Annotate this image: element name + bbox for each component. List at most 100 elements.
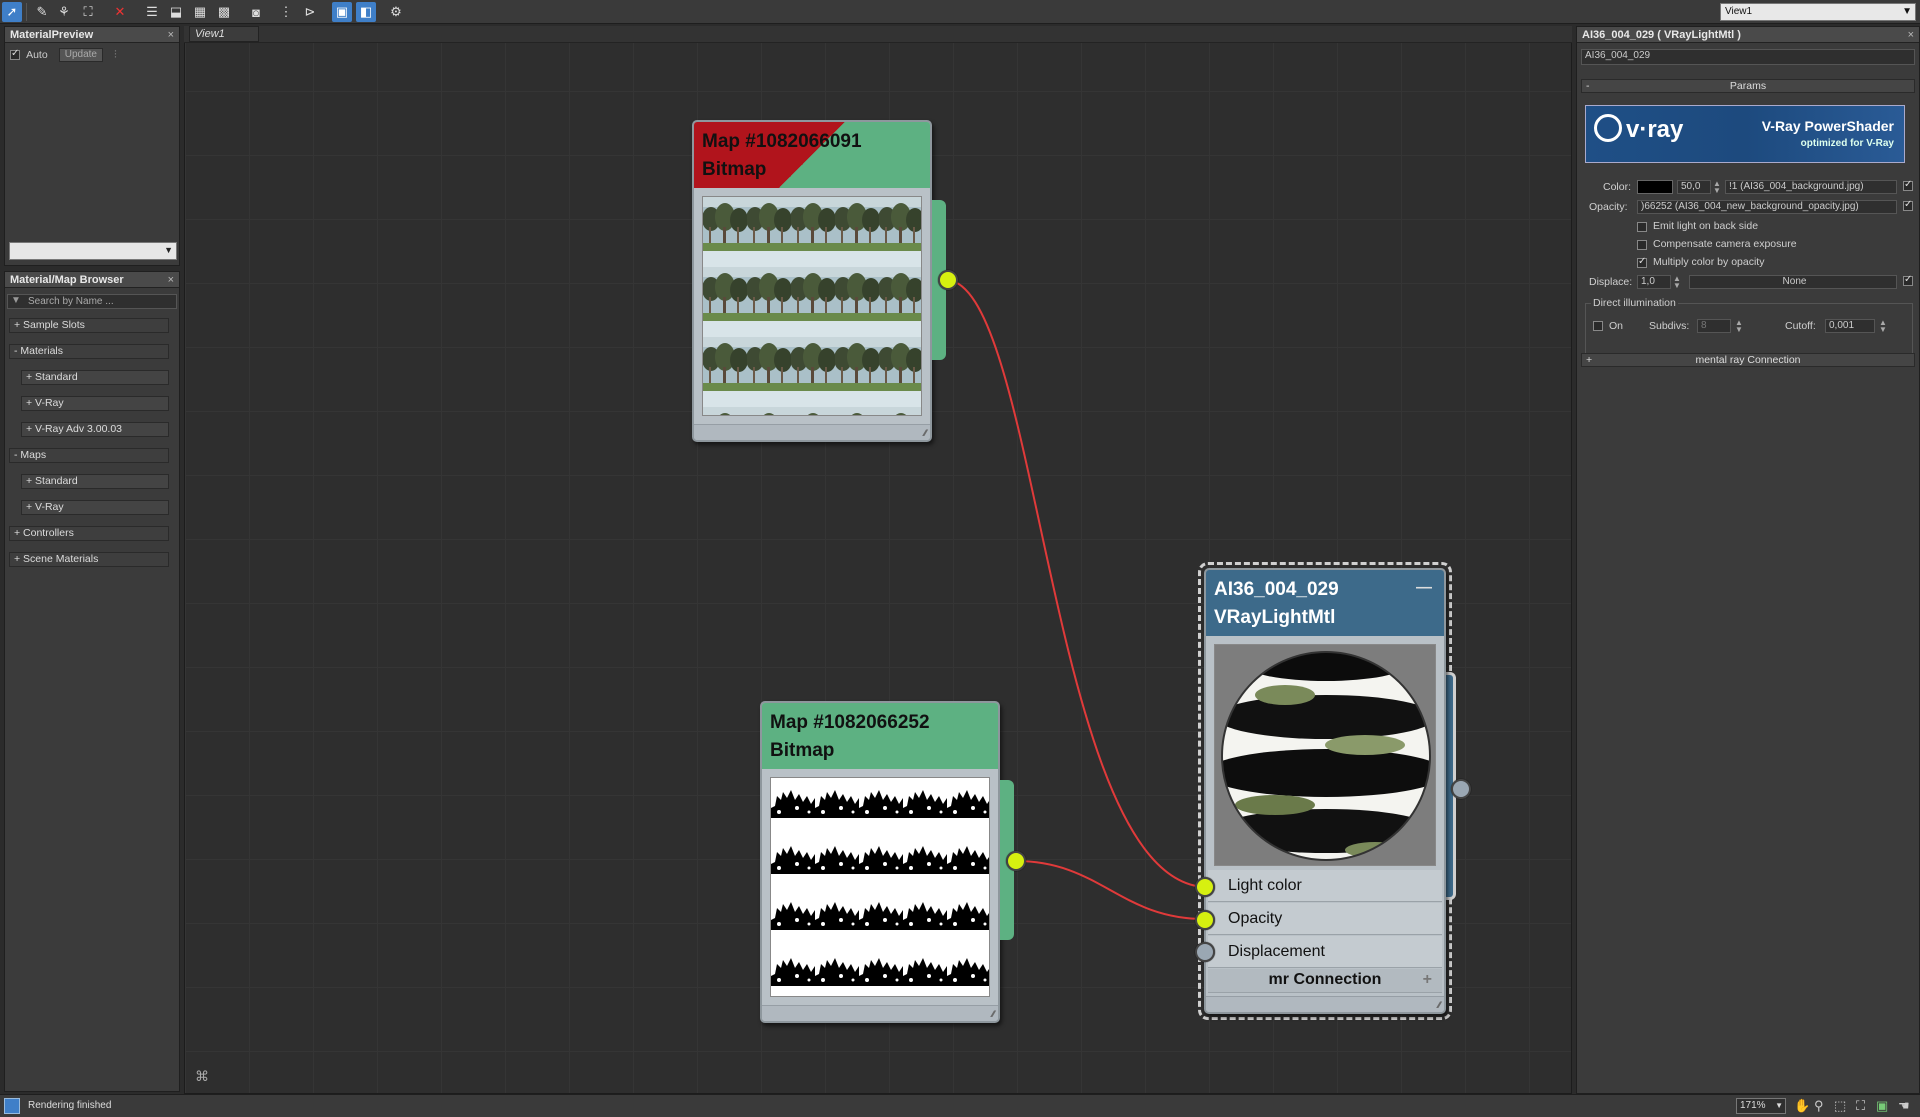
- search-box[interactable]: ▼ Search by Name ...: [7, 294, 177, 309]
- bitmap-thumbnail: [702, 196, 922, 416]
- displace-map-checkbox[interactable]: [1903, 274, 1913, 286]
- navigator-icon[interactable]: ⚙: [386, 2, 406, 22]
- displace-map-button[interactable]: None: [1689, 275, 1897, 289]
- spinner-icon[interactable]: ▲ ▼: [1879, 319, 1887, 334]
- compensate-checkbox[interactable]: [1637, 240, 1647, 250]
- close-icon[interactable]: ×: [1908, 27, 1914, 43]
- binoculars-icon[interactable]: ⌘: [195, 1068, 209, 1085]
- vray-light-material-node[interactable]: AI36_004_029 VRayLightMtl — Light color: [1204, 568, 1446, 1014]
- output-socket[interactable]: [1451, 779, 1471, 799]
- direct-on-label: On: [1609, 320, 1624, 332]
- slot-displacement[interactable]: Displacement: [1208, 936, 1442, 968]
- slot-opacity[interactable]: Opacity: [1208, 903, 1442, 935]
- pan-icon[interactable]: ✋: [1794, 1098, 1810, 1114]
- browser-tree-item[interactable]: + V-Ray: [21, 500, 169, 515]
- close-icon[interactable]: ×: [168, 27, 174, 43]
- browser-tree-item[interactable]: - Materials: [9, 344, 169, 359]
- expand-icon[interactable]: +: [1423, 969, 1432, 991]
- pan-view-icon[interactable]: ☚: [1898, 1098, 1910, 1114]
- lay-out-children-icon[interactable]: ⊳: [300, 2, 320, 22]
- move-children-icon[interactable]: ⬓: [166, 2, 186, 22]
- material-name-field[interactable]: AI36_004_029: [1581, 49, 1915, 65]
- browser-tree-item[interactable]: + Standard: [21, 474, 169, 489]
- node-header[interactable]: Map #1082066252 Bitmap: [762, 703, 998, 769]
- sample-type-icon[interactable]: ◙: [246, 2, 266, 22]
- resize-grip-icon[interactable]: ⁄⁄⁄⁄: [992, 1009, 995, 1019]
- opacity-map-button[interactable]: )66252 (AI36_004_new_background_opacity.…: [1637, 200, 1897, 214]
- color-multiplier-value: 50,0: [1681, 181, 1701, 192]
- material-name-value: AI36_004_029: [1585, 50, 1651, 61]
- slot-light-color[interactable]: Light color: [1208, 870, 1442, 902]
- node-footer: ⁄⁄⁄⁄: [1206, 996, 1444, 1012]
- input-socket-opacity[interactable]: [1195, 910, 1215, 930]
- resize-grip-icon[interactable]: ⁄⁄⁄⁄: [1438, 1000, 1441, 1010]
- browser-tree-item[interactable]: - Maps: [9, 448, 169, 463]
- emit-back-label: Emit light on back side: [1653, 220, 1759, 232]
- subdivs-field[interactable]: 8: [1697, 319, 1731, 333]
- output-socket[interactable]: [938, 270, 958, 290]
- color-swatch[interactable]: [1637, 180, 1673, 194]
- view-selector[interactable]: View1 ▼: [1720, 3, 1916, 21]
- resize-grip-icon[interactable]: ⁄⁄⁄⁄: [924, 428, 927, 438]
- multiply-label: Multiply color by opacity: [1653, 256, 1765, 268]
- lay-out-all-icon[interactable]: ⋮: [276, 2, 296, 22]
- output-socket[interactable]: [1006, 851, 1026, 871]
- opacity-label: Opacity:: [1589, 201, 1628, 213]
- bitmap-thumbnail: [770, 777, 990, 997]
- layout-icon[interactable]: ☰: [142, 2, 162, 22]
- pick-material-icon[interactable]: ⚘: [54, 2, 74, 22]
- browser-tree-item[interactable]: + Standard: [21, 370, 169, 385]
- opacity-map-checkbox[interactable]: [1903, 199, 1913, 211]
- browser-tree-item[interactable]: + Controllers: [9, 526, 169, 541]
- zoom-field[interactable]: 171% ▼: [1736, 1098, 1786, 1114]
- input-socket-light-color[interactable]: [1195, 877, 1215, 897]
- spinner-icon[interactable]: ▲ ▼: [1673, 275, 1681, 290]
- zoom-region-icon[interactable]: ⬚: [1834, 1098, 1846, 1114]
- displace-label: Displace:: [1589, 276, 1633, 288]
- show-end-result-icon[interactable]: ◧: [356, 2, 376, 22]
- options-icon[interactable]: ⫶: [114, 49, 117, 61]
- spinner-icon[interactable]: ▲ ▼: [1713, 180, 1721, 195]
- close-icon[interactable]: ×: [168, 272, 174, 288]
- params-rollout[interactable]: - Params: [1581, 79, 1915, 93]
- select-arrow-icon[interactable]: ➚: [2, 2, 22, 22]
- browser-tree-item[interactable]: + Sample Slots: [9, 318, 169, 333]
- bitmap-node-1[interactable]: Map #1082066091 Bitmap ⁄⁄⁄⁄: [692, 120, 932, 442]
- browser-tree-item[interactable]: + Scene Materials: [9, 552, 169, 567]
- displace-value: 1,0: [1641, 276, 1655, 287]
- multiply-checkbox[interactable]: [1637, 256, 1647, 268]
- node-header[interactable]: Map #1082066091 Bitmap: [694, 122, 930, 188]
- collapse-icon[interactable]: —: [1416, 574, 1432, 602]
- color-multiplier-field[interactable]: 50,0: [1677, 180, 1711, 194]
- input-socket-displacement[interactable]: [1195, 942, 1215, 962]
- emit-back-checkbox[interactable]: [1637, 222, 1647, 232]
- expand-icon: +: [1586, 354, 1593, 366]
- mental-ray-rollout[interactable]: + mental ray Connection: [1581, 353, 1915, 367]
- direct-on-checkbox[interactable]: [1593, 321, 1603, 331]
- node-header[interactable]: AI36_004_029 VRayLightMtl —: [1206, 570, 1444, 636]
- browser-tree-item[interactable]: + V-Ray: [21, 396, 169, 411]
- update-button[interactable]: Update: [58, 48, 103, 62]
- preview-object-dropdown[interactable]: ▼: [9, 242, 177, 260]
- mr-connection-rollout[interactable]: mr Connection +: [1208, 969, 1442, 993]
- spinner-icon[interactable]: ▲ ▼: [1735, 319, 1743, 334]
- zoom-selected-icon[interactable]: ▣: [1876, 1098, 1888, 1114]
- zoom-icon[interactable]: ⚲: [1814, 1098, 1824, 1114]
- color-map-button[interactable]: !1 (AI36_004_background.jpg): [1725, 180, 1897, 194]
- browser-tree-item[interactable]: + V-Ray Adv 3.00.03: [21, 422, 169, 437]
- zoom-extents-icon[interactable]: ⛶: [1856, 1098, 1865, 1114]
- auto-checkbox[interactable]: [10, 48, 20, 60]
- eyedropper-icon[interactable]: ✎: [32, 2, 52, 22]
- search-input[interactable]: Search by Name ...: [28, 296, 114, 307]
- tab-view1[interactable]: View1: [189, 26, 259, 42]
- filter-icon[interactable]: ▼: [11, 295, 21, 306]
- bitmap-node-2[interactable]: Map #1082066252 Bitmap ⁄⁄⁄⁄: [760, 701, 1000, 1023]
- delete-icon[interactable]: ✕: [110, 2, 130, 22]
- put-to-scene-icon[interactable]: ⛶: [78, 2, 98, 22]
- checker-icon[interactable]: ▩: [214, 2, 234, 22]
- cutoff-field[interactable]: 0,001: [1825, 319, 1875, 333]
- show-map-icon[interactable]: ▣: [332, 2, 352, 22]
- displace-field[interactable]: 1,0: [1637, 275, 1671, 289]
- background-icon[interactable]: ▦: [190, 2, 210, 22]
- color-map-checkbox[interactable]: [1903, 179, 1913, 191]
